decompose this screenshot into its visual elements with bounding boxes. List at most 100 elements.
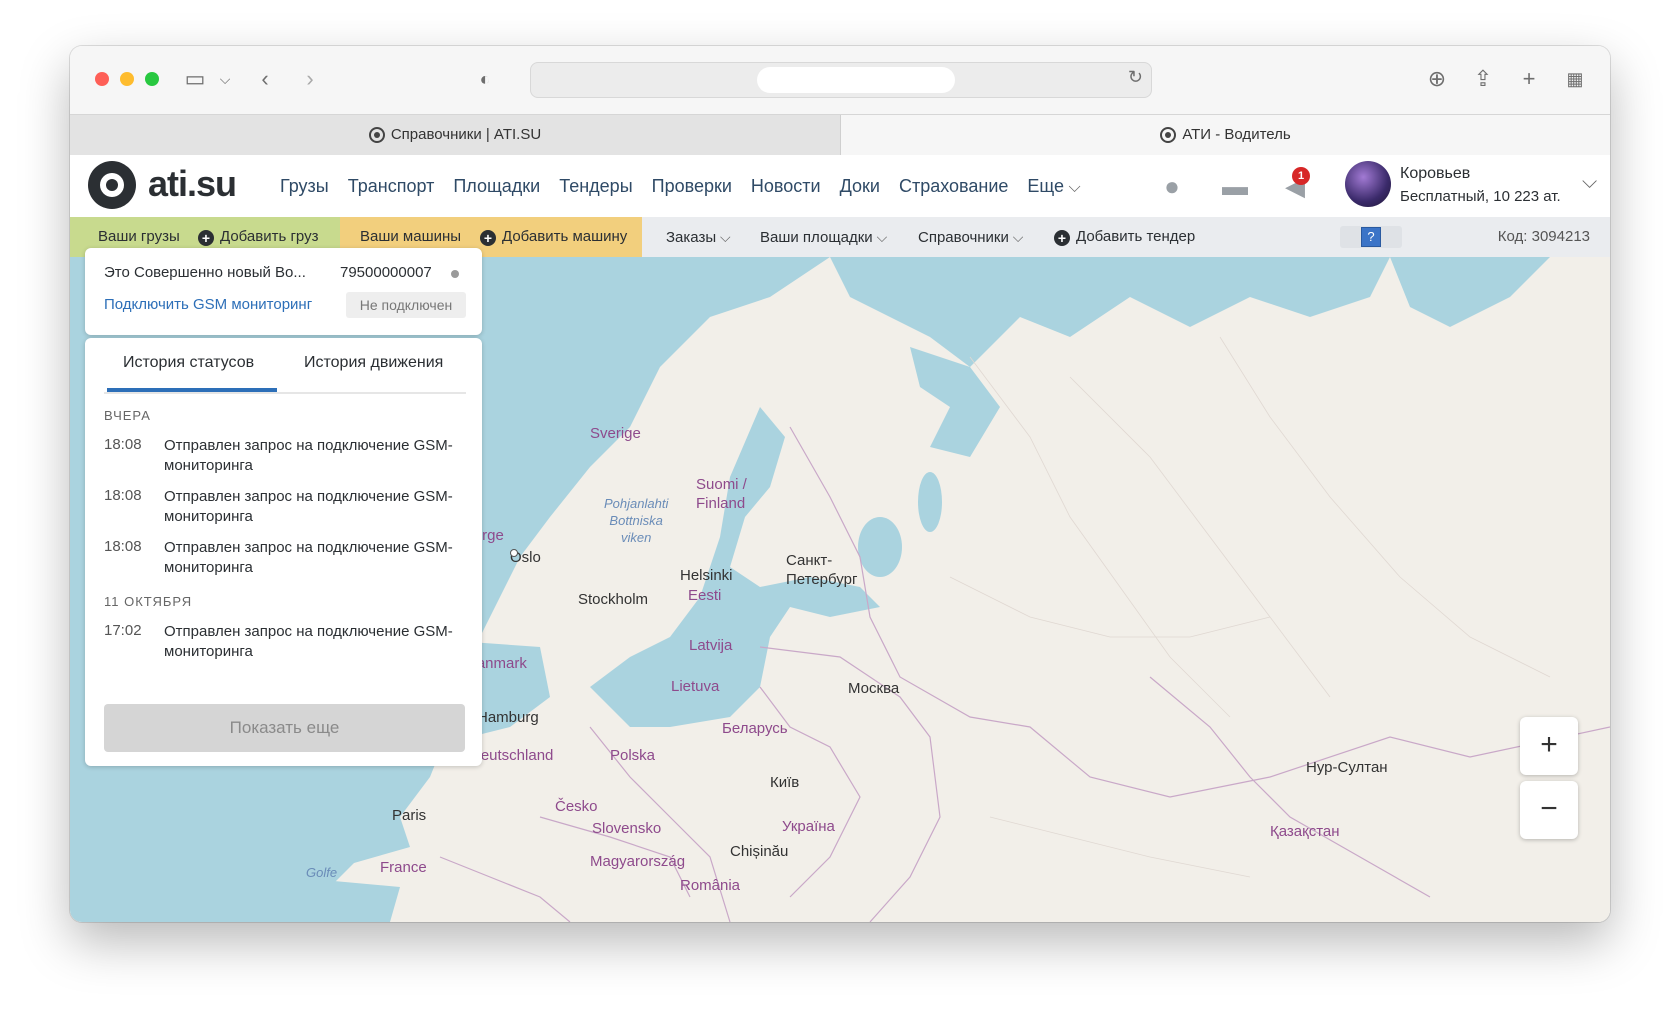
ati-logo-icon	[88, 161, 136, 209]
download-icon[interactable]: ⊕	[1422, 64, 1452, 94]
map-label-lietuva: Lietuva	[671, 678, 720, 695]
tab-title: АТИ - Водитель	[1182, 126, 1291, 143]
nav-platforms[interactable]: Площадки	[453, 176, 540, 197]
user-code: Код: 3094213	[1497, 228, 1590, 245]
map-label-magyarorszag: Magyarország	[590, 853, 686, 870]
history-text: Отправлен запрос на подключение GSM-мони…	[164, 623, 453, 660]
history-date: 11 ОКТЯБРЯ	[104, 594, 193, 609]
history-time: 17:02	[104, 622, 142, 639]
new-tab-icon[interactable]: +	[1514, 64, 1544, 94]
gsm-status-badge: Не подключен	[346, 292, 466, 318]
help-icon: ?	[1361, 227, 1381, 247]
nav-more[interactable]: Еще	[1027, 176, 1080, 197]
browser-toolbar: ▭ ⌵ ‹ › ◐ ↻ ⊕ ⇪ + ▦	[70, 46, 1610, 114]
map-label-eesti: Eesti	[688, 587, 722, 604]
vehicle-panel: Это Совершенно новый Во... 79500000007 П…	[85, 248, 482, 335]
notification-badge: 1	[1292, 167, 1310, 185]
nav-tenders[interactable]: Тендеры	[559, 176, 632, 197]
nav-checks[interactable]: Проверки	[652, 176, 732, 197]
logo-text: ati.su	[148, 163, 237, 204]
map-label-latvija: Latvija	[689, 637, 733, 654]
browser-tab-directories[interactable]: Справочники | ATI.SU	[70, 115, 841, 155]
plus-icon: +	[198, 230, 214, 246]
plus-icon: +	[1054, 230, 1070, 246]
close-window-button[interactable]	[95, 72, 109, 86]
map-label-pohjanlahti: Pohjanlahti Bottniska viken	[604, 496, 669, 545]
maximize-window-button[interactable]	[145, 72, 159, 86]
tab-status-history[interactable]: История статусов	[123, 354, 254, 372]
map-label-kyiv: Київ	[770, 774, 800, 791]
nav-transport[interactable]: Транспорт	[348, 176, 435, 197]
map-label-moskva: Москва	[848, 680, 900, 697]
map-label-oslo: Oslo	[510, 549, 541, 566]
minimize-window-button[interactable]	[120, 72, 134, 86]
history-date: ВЧЕРА	[104, 408, 151, 423]
nav-insurance[interactable]: Страхование	[899, 176, 1008, 197]
orders-dropdown[interactable]: Заказы	[666, 217, 731, 257]
your-platforms-dropdown[interactable]: Ваши площадки	[760, 217, 887, 257]
map-label-deutschland: Deutschland	[470, 747, 554, 764]
user-plan: Бесплатный, 10 223 ат.	[1400, 188, 1561, 205]
zoom-out-button[interactable]: −	[1520, 781, 1578, 839]
vehicle-name: Это Совершенно новый Во...	[104, 264, 306, 281]
tab-movement-history[interactable]: История движения	[304, 354, 443, 372]
map-label-polska: Polska	[610, 747, 656, 764]
avatar[interactable]	[1345, 161, 1391, 207]
nav-docs[interactable]: Доки	[840, 176, 880, 197]
user-name[interactable]: Коровьев	[1400, 165, 1470, 183]
map-label-slovensko: Slovensko	[592, 820, 662, 837]
history-text: Отправлен запрос на подключение GSM-мони…	[164, 539, 453, 576]
address-bar[interactable]: ↻	[530, 62, 1152, 98]
map-label-belarus: Беларусь	[722, 720, 788, 737]
zoom-in-button[interactable]: +	[1520, 717, 1578, 775]
history-time: 18:08	[104, 487, 142, 504]
nav-news[interactable]: Новости	[751, 176, 821, 197]
history-time: 18:08	[104, 436, 142, 453]
ati-favicon-icon	[1160, 127, 1177, 143]
map-label-golfe: Golfe	[306, 865, 338, 880]
main-nav: Грузы Транспорт Площадки Тендеры Проверк…	[280, 155, 1081, 217]
sidebar-toggle-icon[interactable]: ▭	[180, 64, 210, 94]
map-label-cesko: Česko	[555, 798, 598, 815]
tab-title: Справочники | ATI.SU	[390, 126, 542, 143]
tab-overview-icon[interactable]: ▦	[1560, 64, 1590, 94]
ati-favicon-icon	[368, 127, 385, 143]
history-time: 18:08	[104, 538, 142, 555]
help-button[interactable]: ?	[1340, 226, 1402, 248]
browser-tab-bar: Справочники | ATI.SU АТИ - Водитель	[70, 114, 1610, 156]
map-label-stockholm: Stockholm	[578, 591, 649, 608]
map-label-sverige: Sverige	[590, 425, 641, 442]
contacts-search-icon[interactable]: ●	[1157, 171, 1187, 201]
back-icon[interactable]: ‹	[250, 64, 280, 94]
vehicle-phone: 79500000007	[340, 264, 432, 281]
map-label-hamburg: Hamburg	[477, 709, 539, 726]
browser-window: ▭ ⌵ ‹ › ◐ ↻ ⊕ ⇪ + ▦ Справочники | ATI.SU…	[70, 46, 1610, 922]
history-tabs: История статусов История движения	[104, 338, 466, 394]
active-tab-indicator	[107, 388, 277, 392]
url-field[interactable]	[757, 67, 955, 93]
show-more-button[interactable]: Показать еще	[104, 704, 465, 752]
chat-icon[interactable]: ▬	[1220, 171, 1250, 201]
add-tender-button[interactable]: + Добавить тендер	[1054, 217, 1195, 257]
status-dot-icon	[451, 270, 459, 278]
map-label-kazakhstan: Қазақстан	[1270, 823, 1340, 840]
map-label-spb: Санкт- Петербург	[786, 552, 858, 588]
add-vehicle-button[interactable]: + Добавить машину	[480, 217, 627, 257]
chevron-down-icon[interactable]: ⌵	[210, 64, 240, 94]
map-label-nursultan: Нур-Султан	[1306, 759, 1388, 776]
reload-icon[interactable]: ↻	[1128, 67, 1143, 88]
map-label-paris: Paris	[392, 807, 427, 824]
directories-dropdown[interactable]: Справочники	[918, 217, 1023, 257]
nav-cargo[interactable]: Грузы	[280, 176, 329, 197]
forward-icon[interactable]: ›	[295, 64, 325, 94]
share-icon[interactable]: ⇪	[1468, 64, 1498, 94]
map-label-romania: România	[680, 877, 741, 894]
browser-tab-driver[interactable]: АТИ - Водитель	[841, 115, 1610, 155]
add-vehicle-label: Добавить машину	[502, 228, 628, 245]
shield-icon[interactable]: ◐	[470, 64, 500, 94]
map-label-ukraina: Україна	[782, 818, 835, 835]
plus-icon: +	[480, 230, 496, 246]
chevron-down-icon[interactable]: ⌵	[1582, 171, 1597, 194]
connect-gsm-link[interactable]: Подключить GSM мониторинг	[104, 296, 312, 313]
map-label-chisinau: Chișinău	[730, 843, 789, 860]
